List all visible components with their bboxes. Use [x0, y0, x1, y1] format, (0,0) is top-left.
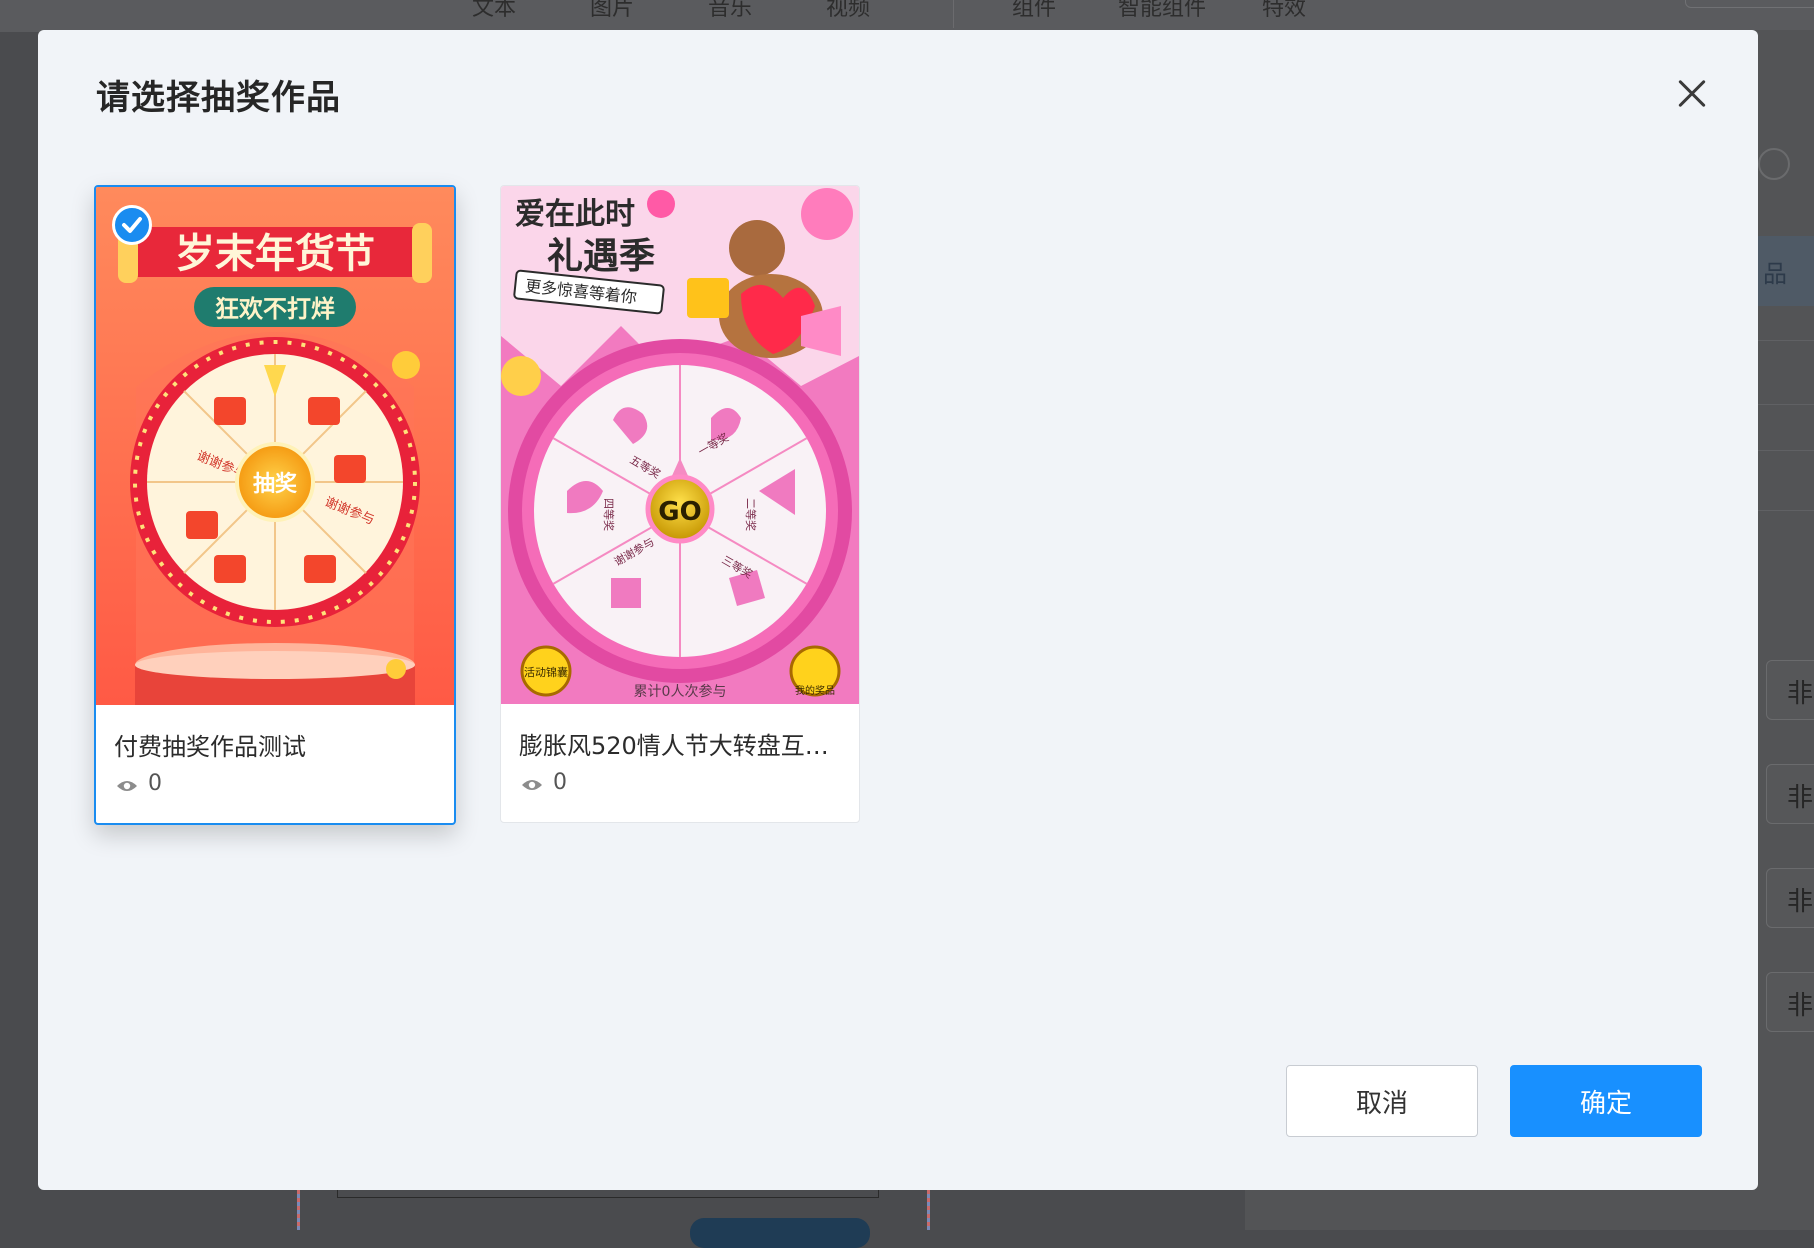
work-card[interactable]: 爱在此时 礼遇季 更多惊喜等着你 五等奖 一等奖 二等奖 三等奖 谢谢参与 四等… [500, 185, 860, 823]
panel-tab-active[interactable]: 品 [1755, 236, 1814, 306]
eye-icon [117, 781, 137, 791]
toolbar-item-image[interactable]: 图片 [590, 0, 634, 22]
work-banner-text: 岁末年货节 [175, 231, 375, 277]
panel-divider [1755, 450, 1814, 451]
panel-field[interactable]: 非 [1766, 868, 1814, 928]
work-card-info: 膨胀风520情人节大转盘互… 0 [501, 704, 859, 822]
panel-field[interactable]: 非 [1766, 972, 1814, 1032]
cancel-button[interactable]: 取消 [1286, 1065, 1478, 1137]
panel-divider [1755, 510, 1814, 511]
work-slogan-text: 狂欢不打烊 [215, 295, 335, 323]
my-prizes-button: 我的奖品 [795, 684, 835, 697]
toolbar-item-text[interactable]: 文本 [472, 0, 516, 22]
canvas-guide [297, 1190, 300, 1230]
panel-field-label: 非 [1787, 679, 1814, 709]
panel-divider [1755, 340, 1814, 341]
work-view-count: 0 [553, 770, 567, 795]
select-lottery-dialog: 请选择抽奖作品 岁末年货节 狂欢不打烊 谢谢参与 谢谢参与 抽奖 付费抽奖作品测… [38, 30, 1758, 1190]
toolbar-item-effects[interactable]: 特效 [1262, 0, 1306, 22]
toolbar-item-video[interactable]: 视频 [826, 0, 870, 22]
work-title: 付费抽奖作品测试 [114, 733, 306, 761]
panel-field-label: 非 [1787, 991, 1814, 1021]
selected-check-icon [112, 205, 152, 245]
panel-tab-label: 品 [1763, 260, 1787, 288]
panel-field[interactable]: 非 [1766, 660, 1814, 720]
dialog-title: 请选择抽奖作品 [96, 78, 341, 118]
panel-radio[interactable] [1758, 148, 1790, 180]
wheel-center-text: GO [658, 497, 701, 527]
close-icon[interactable] [1670, 72, 1714, 116]
panel-field[interactable]: 非 [1766, 764, 1814, 824]
work-headline-2: 礼遇季 [547, 236, 655, 277]
toolbar-item-music[interactable]: 音乐 [708, 0, 752, 22]
wheel-segment-label: 四等奖 [602, 498, 616, 531]
confirm-button[interactable]: 确定 [1510, 1065, 1702, 1137]
canvas-button[interactable] [690, 1218, 870, 1248]
toolbar-divider [953, 0, 954, 28]
eye-icon [522, 780, 542, 790]
panel-divider [1755, 404, 1814, 405]
panel-field-label: 非 [1787, 887, 1814, 917]
work-thumbnail: 岁末年货节 狂欢不打烊 谢谢参与 谢谢参与 抽奖 [96, 187, 454, 705]
toolbar-right-control[interactable] [1685, 0, 1814, 8]
work-card-info: 付费抽奖作品测试 0 [96, 705, 454, 823]
work-title: 膨胀风520情人节大转盘互… [519, 732, 829, 760]
work-headline-1: 爱在此时 [515, 197, 635, 232]
participation-count: 累计0人次参与 [634, 683, 727, 700]
toolbar-item-smart-component[interactable]: 智能组件 [1118, 0, 1206, 22]
activity-tips-button: 活动锦囊 [524, 665, 568, 679]
canvas-guide [927, 1190, 930, 1230]
wheel-center-text: 抽奖 [253, 471, 298, 497]
work-card[interactable]: 岁末年货节 狂欢不打烊 谢谢参与 谢谢参与 抽奖 付费抽奖作品测试 0 [94, 185, 456, 825]
toolbar-item-component[interactable]: 组件 [1012, 0, 1056, 22]
work-view-count: 0 [148, 771, 162, 796]
work-thumbnail: 爱在此时 礼遇季 更多惊喜等着你 五等奖 一等奖 二等奖 三等奖 谢谢参与 四等… [501, 186, 859, 704]
panel-field-label: 非 [1787, 783, 1814, 813]
editor-toolbar: 文本 图片 音乐 视频 组件 智能组件 特效 [0, 0, 1814, 32]
wheel-segment-label: 二等奖 [744, 498, 758, 531]
